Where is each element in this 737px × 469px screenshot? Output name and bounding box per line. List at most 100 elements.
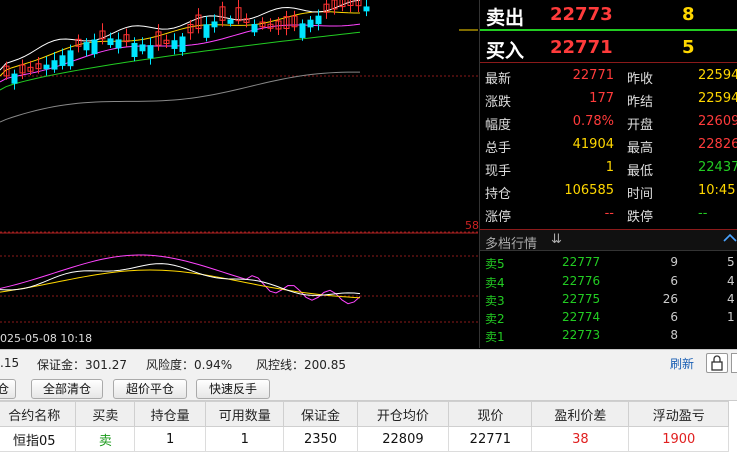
candle-body: [115, 39, 122, 49]
stat-label: 昨收: [627, 72, 654, 87]
depth-extra: 4: [727, 292, 735, 306]
quote-row: 最新 22771 昨收 22594: [480, 66, 737, 87]
depth-header[interactable]: 多档行情 ⇊: [480, 229, 737, 252]
depth-extra: 5: [727, 255, 735, 269]
candle-body: [227, 19, 234, 24]
stat-value: 41904: [572, 137, 614, 152]
stat-value: 22771: [572, 68, 614, 83]
candle-body: [11, 73, 18, 84]
overprice-close-button[interactable]: 超价平仓: [113, 379, 187, 399]
buy-price: 22771: [550, 37, 613, 58]
depth-title: 多档行情: [485, 237, 538, 252]
stat-value: 177: [589, 91, 614, 106]
stat-label: 持仓: [485, 187, 512, 202]
candle-body: [131, 42, 138, 58]
candle-body: [51, 60, 58, 70]
stat-label: 总手: [485, 141, 512, 156]
depth-row[interactable]: 卖2 22774 6 1: [480, 309, 737, 327]
candle-body: [211, 21, 218, 28]
sell-label: 卖出: [486, 7, 525, 29]
chevron-up-icon[interactable]: [723, 231, 737, 248]
candle-body: [171, 40, 178, 49]
depth-row[interactable]: 卖5 22777 9 5: [480, 254, 737, 272]
candle-body: [67, 50, 74, 67]
depth-label: 卖3: [485, 294, 505, 308]
col-current-price[interactable]: 现价: [448, 401, 533, 427]
stat-label: 最新: [485, 72, 512, 87]
depth-extra: 4: [727, 274, 735, 288]
table-row[interactable]: 恒指05 卖 1 1 2350 22809 22771 38 1900: [0, 426, 729, 452]
stat-label: 幅度: [485, 118, 512, 133]
status-balance-fragment: .15: [0, 356, 20, 370]
stat-label: 现手: [485, 164, 512, 179]
close-all-button[interactable]: 全部清仓: [31, 379, 103, 399]
depth-volume: 9: [670, 255, 678, 269]
col-contract[interactable]: 合约名称: [0, 401, 77, 427]
candle-body: [307, 19, 314, 28]
depth-row[interactable]: 卖3 22775 26 4: [480, 291, 737, 309]
quote-row: 总手 41904 最高 22826: [480, 135, 737, 156]
spread-divider: [480, 29, 737, 31]
account-status-bar: .15 保证金：301.27 风险度：0.94% 风控线：200.85 刷新: [0, 349, 737, 376]
right-axis-value: 58: [465, 219, 479, 232]
close-position-button[interactable]: 仓: [0, 379, 16, 399]
cell-current-price: 22771: [448, 426, 533, 452]
indicator-line-yellow: [0, 269, 361, 299]
candle-body: [251, 24, 258, 33]
kline-chart[interactable]: 58 025-05-08 10:18: [0, 0, 479, 348]
stat-label: 昨结: [627, 95, 654, 110]
candle-body: [203, 24, 210, 38]
col-position[interactable]: 持仓量: [134, 401, 206, 427]
stat-label: 最高: [627, 141, 654, 156]
col-margin[interactable]: 保证金: [283, 401, 358, 427]
quick-reverse-button[interactable]: 快速反手: [196, 379, 270, 399]
candle-body: [147, 45, 154, 59]
status-risk: 风险度：0.94%: [146, 358, 233, 372]
double-chevron-down-icon[interactable]: ⇊: [551, 232, 562, 247]
position-toolbar: 仓 全部清仓 超价平仓 快速反手: [0, 376, 737, 401]
candle-body: [83, 42, 90, 51]
col-floating-pnl[interactable]: 浮动盈亏: [628, 401, 729, 427]
buy-label: 买入: [486, 40, 525, 62]
candle-body: [139, 44, 146, 52]
depth-price: 22776: [562, 274, 601, 288]
status-margin: 保证金：301.27: [37, 358, 127, 372]
cell-floating-pnl: 1900: [628, 426, 729, 452]
sell-row[interactable]: 卖出 22773 8: [480, 0, 737, 30]
col-open-avg[interactable]: 开仓均价: [356, 401, 450, 427]
col-available[interactable]: 可用数量: [204, 401, 285, 427]
sell-price: 22773: [550, 4, 613, 25]
lock-button[interactable]: [706, 353, 728, 373]
stat-value: 1: [605, 160, 614, 175]
candle-body: [107, 38, 114, 46]
stat-value: --: [604, 206, 614, 221]
col-direction[interactable]: 买卖: [75, 401, 136, 427]
stat-value: 22594: [698, 91, 737, 106]
stat-label: 跌停: [627, 210, 654, 225]
depth-label: 卖1: [485, 330, 505, 344]
depth-row[interactable]: 卖1 22773 8: [480, 327, 737, 345]
refresh-link[interactable]: 刷新: [670, 355, 694, 372]
cell-open-avg: 22809: [356, 426, 450, 452]
depth-label: 卖5: [485, 257, 505, 271]
stat-value: --: [698, 206, 708, 221]
depth-row[interactable]: 卖4 22776 6 4: [480, 273, 737, 291]
depth-label: 卖4: [485, 276, 505, 290]
indicator-line-white: [0, 263, 361, 296]
stat-label: 涨跌: [485, 95, 512, 110]
depth-label: 卖2: [485, 312, 505, 326]
panel-toggle-button[interactable]: [731, 353, 737, 373]
buy-row[interactable]: 买入 22771 5: [480, 33, 737, 63]
candle-body: [91, 39, 98, 55]
buy-volume: 5: [682, 37, 695, 58]
depth-price: 22773: [562, 328, 601, 342]
cell-direction: 卖: [75, 426, 136, 452]
depth-price: 22777: [562, 255, 601, 269]
depth-volume: 6: [670, 310, 678, 324]
quote-row: 现手 1 最低 22437: [480, 158, 737, 179]
stat-value: 10:45:05: [698, 183, 737, 198]
col-profit-spread[interactable]: 盈利价差: [531, 401, 630, 427]
stat-value: 106585: [564, 183, 614, 198]
kline-svg: [0, 0, 478, 323]
quote-panel: 卖出 22773 8 买入 22771 5 最新 22771 昨收 22594 …: [479, 0, 737, 348]
